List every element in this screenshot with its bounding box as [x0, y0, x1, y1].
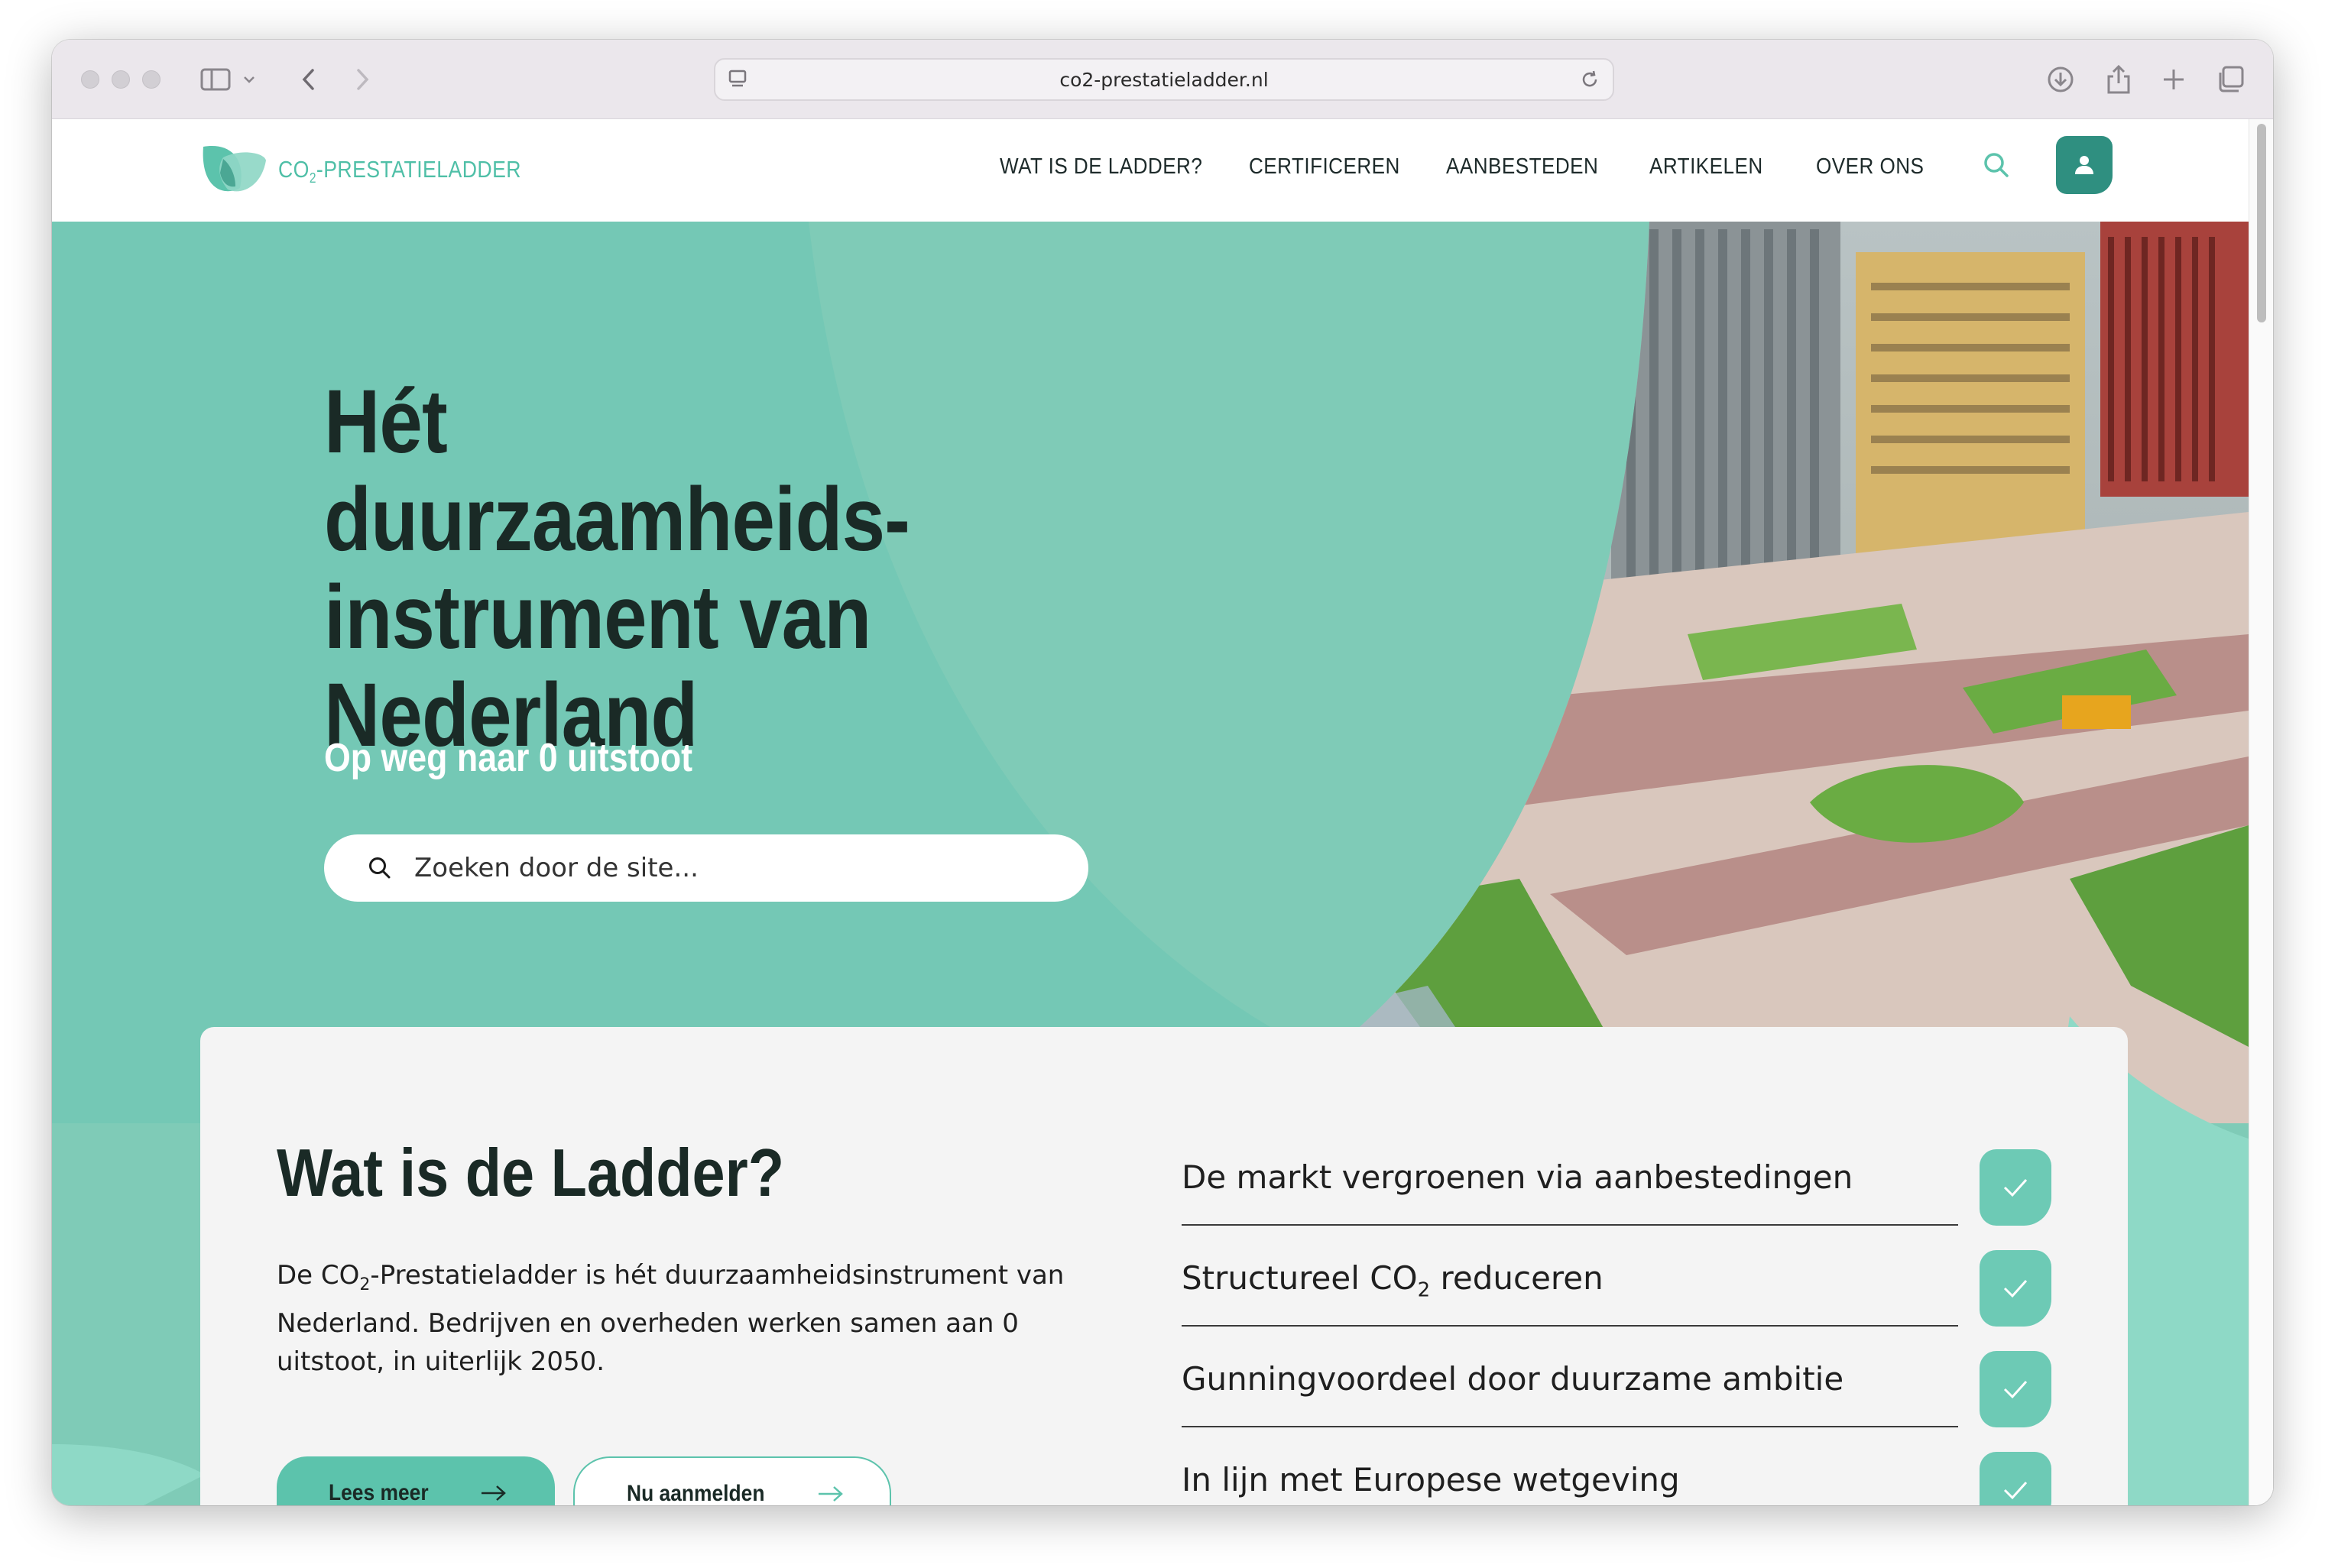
intro-card: Wat is de Ladder? De CO2-Prestatieladder…: [200, 1027, 2128, 1505]
leaf-logo-icon: [203, 146, 266, 192]
address-bar[interactable]: co2-prestatieladder.nl: [714, 58, 1614, 101]
intro-body: De CO2-Prestatieladder is hét duurzaamhe…: [277, 1260, 1065, 1377]
search-icon[interactable]: [1981, 150, 2019, 188]
nav-certificeren[interactable]: CERTIFICEREN: [1249, 154, 1400, 180]
browser-toolbar: co2-prestatieladder.nl: [52, 40, 2273, 119]
web-page: CO2-PRESTATIELADDER WAT IS DE LADDER? CE…: [52, 119, 2273, 1505]
arrow-right-icon: [819, 1486, 843, 1502]
benefit-item: Gunningvoordeel door duurzame ambitie: [1182, 1351, 2053, 1452]
hero-search-bar[interactable]: [324, 834, 1088, 902]
search-icon: [369, 857, 391, 879]
page-scrollbar[interactable]: [2249, 119, 2273, 1505]
minimize-window-button[interactable]: [112, 70, 130, 89]
chevron-down-icon[interactable]: [232, 63, 266, 96]
check-icon: [1980, 1149, 2051, 1226]
sidebar-icon[interactable]: [199, 63, 232, 96]
benefit-item: De markt vergroenen via aanbestedingen: [1182, 1149, 2053, 1250]
benefit-item: Structureel CO2 reduceren: [1182, 1250, 2053, 1351]
intro-title: Wat is de Ladder?: [277, 1135, 785, 1210]
logo-wordmark: CO2-PRESTATIELADDER: [278, 155, 521, 186]
reload-icon[interactable]: [1579, 69, 1600, 94]
check-icon: [1980, 1250, 2051, 1327]
nav-wat-is-de-ladder[interactable]: WAT IS DE LADDER?: [1000, 154, 1202, 180]
nav-aanbesteden[interactable]: AANBESTEDEN: [1446, 154, 1598, 180]
page-menu-icon[interactable]: [728, 69, 747, 94]
zoom-window-button[interactable]: [142, 70, 161, 89]
arrow-right-icon: [482, 1485, 507, 1501]
user-icon: [2075, 156, 2093, 174]
city-square-photo: [1229, 222, 2249, 1123]
browser-window: co2-prestatieladder.nl CO2-PRESTATIELADD…: [52, 40, 2273, 1505]
close-window-button[interactable]: [81, 70, 99, 89]
back-icon[interactable]: [292, 63, 326, 96]
download-icon[interactable]: [2044, 63, 2077, 96]
site-header: CO2-PRESTATIELADDER WAT IS DE LADDER? CE…: [52, 119, 2273, 222]
site-search-input[interactable]: [414, 853, 1026, 883]
check-icon: [1980, 1452, 2051, 1505]
site-logo[interactable]: CO2-PRESTATIELADDER: [200, 142, 561, 200]
nav-artikelen[interactable]: ARTIKELEN: [1649, 154, 1763, 180]
share-icon[interactable]: [2102, 63, 2135, 96]
account-button[interactable]: [2056, 136, 2113, 194]
hero-headline: Hét duurzaamheids- instrument van Nederl…: [324, 371, 910, 766]
benefit-item: In lijn met Europese wetgeving: [1182, 1452, 2053, 1505]
nu-aanmelden-button[interactable]: Nu aanmelden: [573, 1456, 891, 1505]
check-icon: [1980, 1351, 2051, 1427]
scrollbar-thumb[interactable]: [2257, 124, 2266, 322]
tabs-overview-icon[interactable]: [2213, 63, 2247, 96]
forward-icon[interactable]: [345, 63, 379, 96]
nav-over-ons[interactable]: OVER ONS: [1816, 154, 1924, 180]
hero-subline: Op weg naar 0 uitstoot: [324, 736, 693, 780]
url-text: co2-prestatieladder.nl: [1059, 68, 1269, 91]
lees-meer-button[interactable]: Lees meer: [277, 1456, 555, 1505]
new-tab-icon[interactable]: [2157, 63, 2190, 96]
